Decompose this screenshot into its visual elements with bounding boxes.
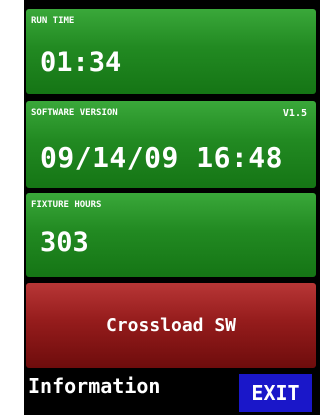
run-time-value: 01:34 [40,47,122,78]
run-time-panel: RUN TIME 01:34 [26,9,316,94]
fixture-hours-panel: FIXTURE HOURS 303 [26,193,316,277]
run-time-label: RUN TIME [31,16,75,26]
page-title: Information [28,374,161,398]
crossload-sw-label: Crossload SW [105,315,237,336]
software-version-label: SOFTWARE VERSION [31,108,118,118]
fixture-hours-label: FIXTURE HOURS [31,200,102,210]
software-version-date: 09/14/09 16:48 [40,141,284,174]
exit-button[interactable]: EXIT [239,374,312,412]
software-version-number: V1.5 [282,108,307,119]
device-screen: RUN TIME 01:34 SOFTWARE VERSION V1.5 09/… [24,0,320,415]
software-version-panel: SOFTWARE VERSION V1.5 09/14/09 16:48 [26,101,316,188]
exit-label: EXIT [251,381,300,405]
crossload-sw-button[interactable]: Crossload SW [26,283,316,368]
fixture-hours-value: 303 [40,227,89,258]
